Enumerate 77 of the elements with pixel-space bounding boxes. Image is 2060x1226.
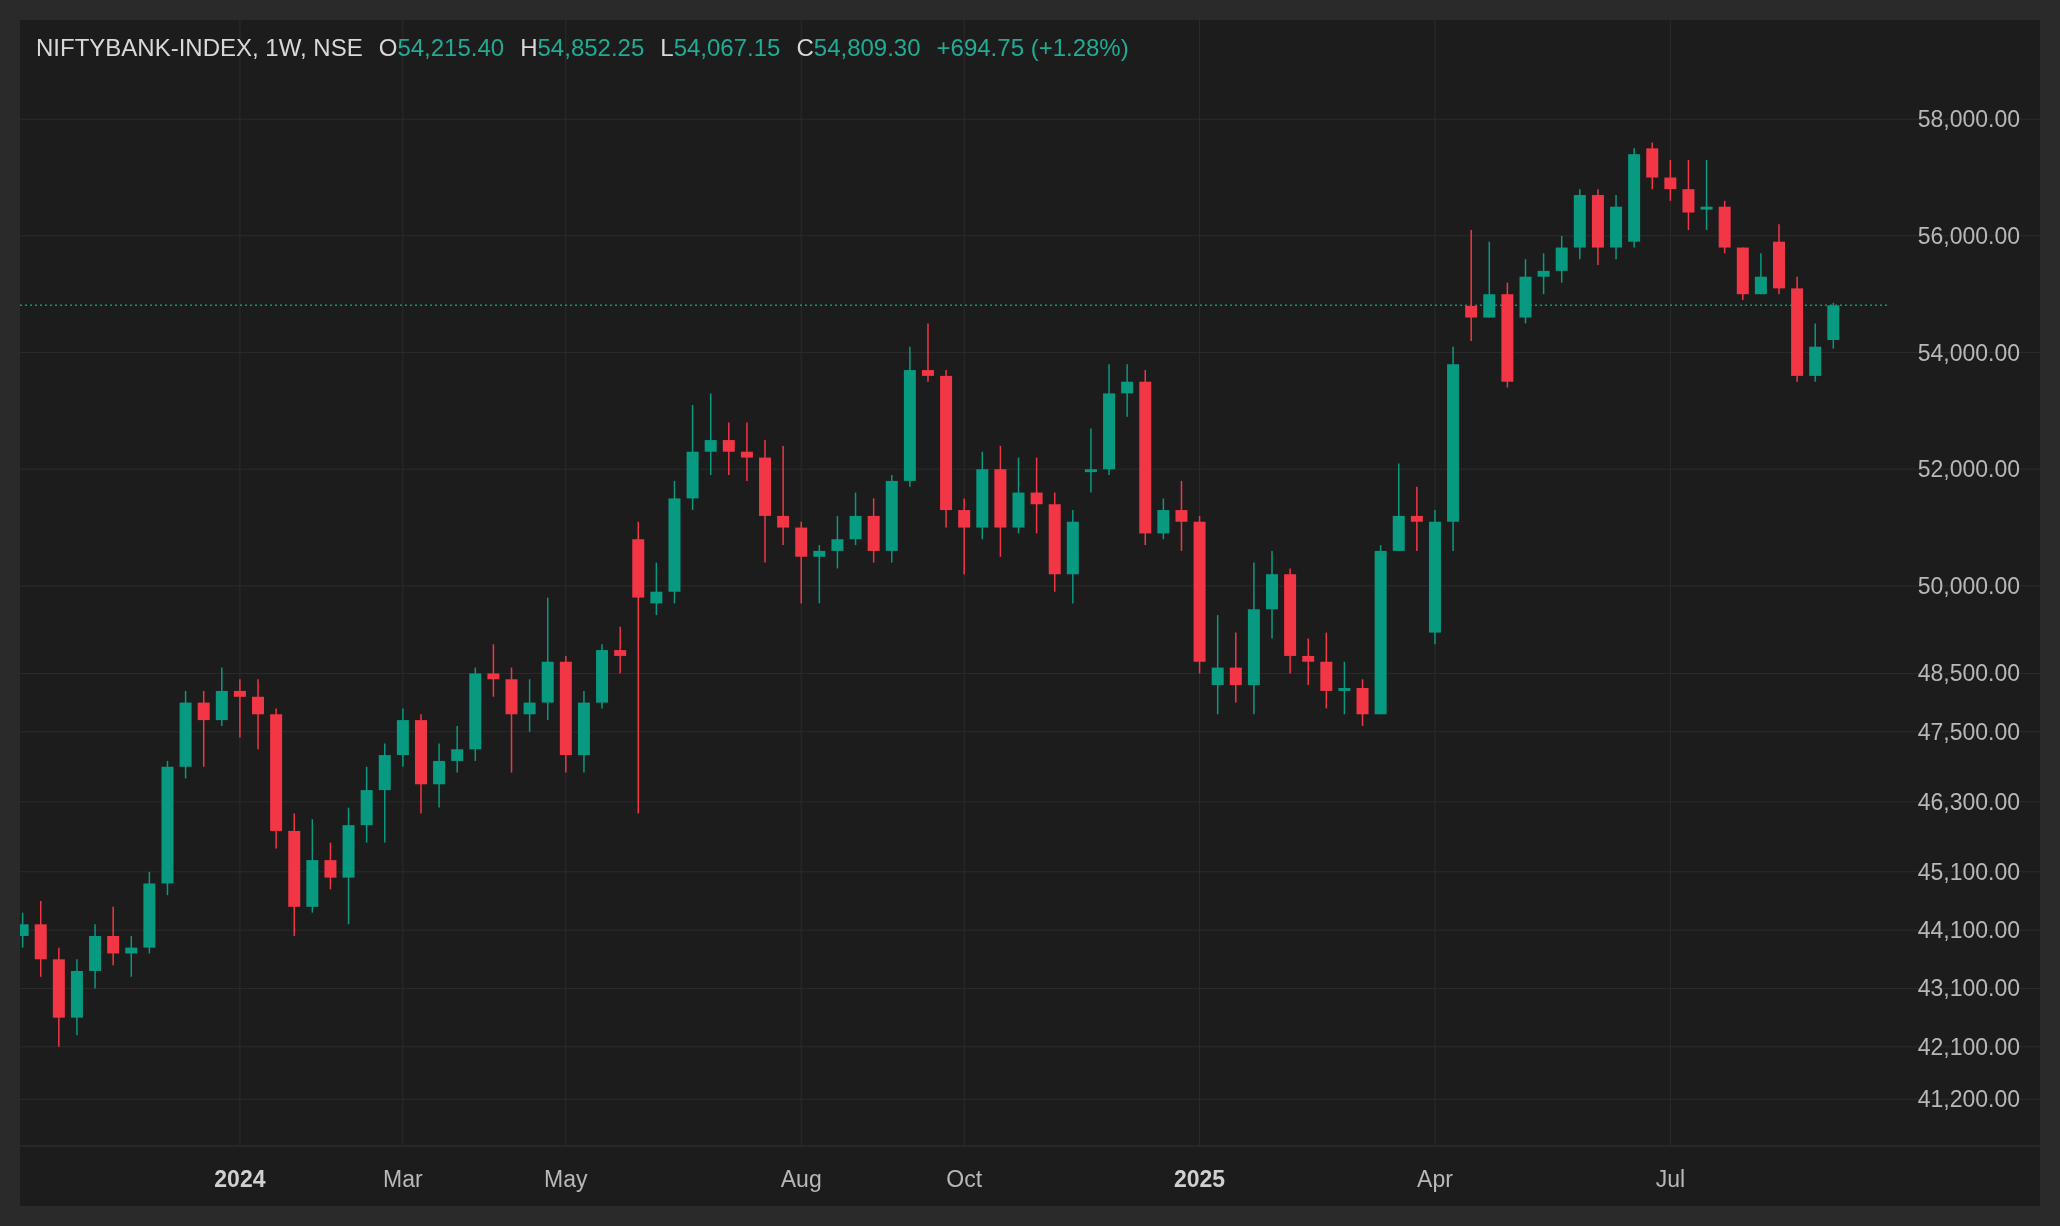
price-label: 42,100.00 — [1917, 1033, 2020, 1060]
year-label: 2025 — [1174, 1166, 1226, 1192]
ohlc-label: O — [378, 34, 398, 62]
price-label: 44,100.00 — [1917, 917, 2020, 944]
ohlc-value: 54,067.15 — [673, 34, 781, 62]
candlestick — [722, 421, 735, 476]
price-label: 48,500.00 — [1917, 660, 2020, 687]
candlestick — [1610, 194, 1623, 260]
candlestick — [1537, 252, 1550, 295]
candlestick — [1555, 235, 1568, 284]
candlestick — [1302, 637, 1315, 686]
candlestick — [867, 497, 880, 564]
year-label: 2024 — [214, 1166, 266, 1192]
candlestick — [1646, 141, 1659, 190]
month-label: Mar — [383, 1166, 423, 1192]
ohlc-label: C — [796, 34, 814, 62]
month-label: May — [544, 1166, 588, 1192]
price-label: 45,100.00 — [1917, 858, 2020, 885]
price-label: 54,000.00 — [1917, 339, 2020, 366]
candlestick — [20, 911, 29, 949]
price-label: 56,000.00 — [1917, 222, 2020, 249]
candlestick — [1700, 159, 1713, 231]
price-label: 47,500.00 — [1917, 718, 2020, 745]
candlestick — [107, 906, 120, 966]
candlestick — [740, 421, 753, 482]
candlestick — [1157, 497, 1170, 540]
ohlc-value: 54,215.40 — [397, 34, 505, 62]
candlestick — [921, 322, 934, 383]
candlestick — [1084, 427, 1097, 494]
candlestick — [1121, 363, 1134, 418]
price-label: 43,100.00 — [1917, 975, 2020, 1002]
candlestick — [1175, 480, 1188, 552]
candlestick — [215, 666, 228, 727]
candlestick — [1682, 159, 1695, 231]
candlestick — [650, 561, 663, 616]
month-label: Jul — [1655, 1166, 1686, 1192]
candlestick — [1338, 661, 1351, 715]
price-change: +694.75 (+1.28%) — [936, 34, 1129, 62]
ohlc-value: 54,809.30 — [813, 34, 921, 62]
ohlc-value: 54,852.25 — [537, 34, 645, 62]
price-label: 41,200.00 — [1917, 1086, 2020, 1113]
candlestick — [1736, 246, 1749, 301]
candlestick — [596, 643, 609, 710]
candlestick — [324, 841, 337, 891]
candlestick — [523, 678, 536, 733]
candlestick — [1410, 486, 1423, 552]
candlestick — [831, 515, 844, 570]
candlestick — [1773, 223, 1785, 295]
ohlc-label: L — [660, 34, 674, 62]
month-label: Apr — [1417, 1166, 1453, 1192]
candlestick — [849, 491, 862, 546]
candlestick — [233, 678, 246, 739]
symbol-title: NIFTYBANK-INDEX, 1W, NSE — [36, 34, 363, 62]
candlestick — [125, 935, 138, 978]
candlestick — [1573, 188, 1586, 260]
candlestick — [451, 725, 464, 774]
month-label: Oct — [946, 1166, 983, 1192]
price-label: 50,000.00 — [1917, 572, 2020, 599]
candlestick — [1519, 258, 1532, 325]
price-label: 58,000.00 — [1917, 106, 2020, 133]
price-label: 52,000.00 — [1917, 456, 2020, 483]
candlestick — [1718, 200, 1731, 255]
candlestick — [1809, 322, 1822, 383]
ohlc-label: H — [520, 34, 538, 62]
price-label: 46,300.00 — [1917, 788, 2020, 815]
candlestick — [1827, 302, 1840, 350]
candlestick — [1356, 678, 1369, 727]
candlestick — [614, 626, 627, 675]
candlestick — [813, 544, 826, 605]
candlestick — [433, 742, 446, 809]
month-label: Aug — [780, 1166, 822, 1192]
candlestick — [1754, 252, 1767, 295]
candlestick — [89, 923, 102, 990]
candlestick — [396, 707, 409, 768]
candlestick — [487, 643, 500, 698]
candlestick — [1664, 159, 1677, 202]
candlestick — [252, 678, 264, 750]
